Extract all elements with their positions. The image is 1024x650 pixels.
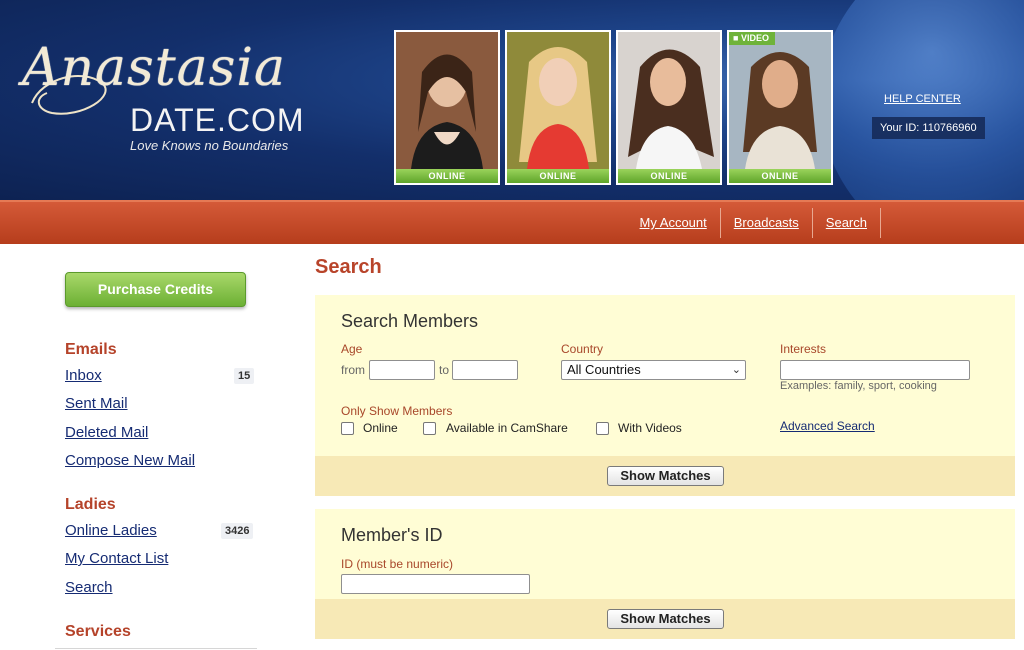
sidebar-item-sent-mail[interactable]: Sent Mail (65, 395, 128, 412)
sidebar-heading-ladies: Ladies (65, 496, 116, 513)
sidebar-heading-emails: Emails (65, 341, 117, 358)
logo-main-text: DATE.COM (130, 102, 305, 138)
age-to-label: to (439, 363, 450, 377)
sidebar-item-compose-mail[interactable]: Compose New Mail (65, 452, 195, 469)
interests-label: Interests (780, 342, 827, 356)
country-label: Country (561, 342, 604, 356)
online-status-badge: ONLINE (507, 169, 609, 183)
sidebar-item-search[interactable]: Search (65, 579, 113, 596)
logo-tagline: Love Knows no Boundaries (130, 138, 289, 153)
online-status-badge: ONLINE (618, 169, 720, 183)
nav-search[interactable]: Search (813, 208, 881, 238)
interests-hint: Examples: family, sport, cooking (780, 380, 937, 392)
search-members-footer: Show Matches (315, 456, 1015, 496)
sidebar-item-online-ladies[interactable]: Online Ladies (65, 522, 157, 539)
video-badge-label: VIDEO (740, 33, 769, 43)
camshare-checkbox[interactable] (423, 422, 436, 435)
user-id-display: Your ID: 110766960 (872, 117, 985, 139)
nav-broadcasts[interactable]: Broadcasts (721, 208, 813, 238)
help-center-link[interactable]: HELP CENTER (884, 93, 961, 105)
sidebar-item-inbox[interactable]: Inbox (65, 367, 102, 384)
online-ladies-count-badge: 3426 (221, 523, 254, 539)
profile-portrait-image (729, 32, 831, 169)
nav-links: My Account Broadcasts Search (627, 208, 881, 238)
video-camera-icon: ■ (733, 33, 739, 43)
age-to-input[interactable] (452, 360, 518, 380)
advanced-search-link[interactable]: Advanced Search (780, 419, 875, 433)
online-checkbox[interactable] (341, 422, 354, 435)
profile-portrait-image (507, 32, 609, 169)
chevron-down-icon: ⌄ (731, 364, 741, 376)
videos-checkbox[interactable] (596, 422, 609, 435)
featured-profile-photo[interactable]: ONLINE (394, 30, 500, 185)
member-id-input[interactable] (341, 574, 530, 594)
show-matches-button[interactable]: Show Matches (607, 466, 724, 486)
search-members-title: Search Members (341, 311, 479, 331)
sidebar-divider (55, 648, 257, 649)
video-badge: ■ VIDEO (729, 32, 775, 45)
videos-checkbox-label: With Videos (618, 421, 682, 435)
featured-profile-photo[interactable]: ONLINE (616, 30, 722, 185)
online-status-badge: ONLINE (729, 169, 831, 183)
sidebar-item-contact-list[interactable]: My Contact List (65, 550, 168, 567)
purchase-credits-button[interactable]: Purchase Credits (65, 272, 246, 307)
featured-profile-photo[interactable]: ONLINE (505, 30, 611, 185)
country-select[interactable]: All Countries ⌄ (561, 360, 746, 380)
page-title: Search (315, 256, 382, 278)
member-id-title: Member's ID (341, 525, 443, 545)
featured-profile-photo[interactable]: ■ VIDEO ONLINE (727, 30, 833, 185)
nav-my-account[interactable]: My Account (627, 208, 721, 238)
country-selected-value: All Countries (567, 362, 641, 377)
inbox-count-badge: 15 (234, 368, 255, 384)
sidebar-heading-services: Services (65, 623, 131, 640)
camshare-checkbox-label: Available in CamShare (446, 421, 568, 435)
member-id-label: ID (must be numeric) (341, 557, 454, 571)
search-members-panel: Search Members Age from to Country All C… (315, 295, 1015, 496)
only-show-label: Only Show Members (341, 404, 453, 418)
age-from-input[interactable] (369, 360, 435, 380)
main-nav-bar: My Account Broadcasts Search (0, 200, 1024, 244)
site-header: Anastasia DATE.COM Love Knows no Boundar… (0, 0, 1024, 200)
site-logo[interactable]: Anastasia DATE.COM Love Knows no Boundar… (22, 38, 342, 158)
member-id-footer: Show Matches (315, 599, 1015, 639)
interests-input[interactable] (780, 360, 970, 380)
age-from-label: from (341, 363, 365, 377)
profile-portrait-image (618, 32, 720, 169)
logo-script-text: Anastasia (22, 38, 286, 98)
age-label: Age (341, 342, 363, 356)
online-status-badge: ONLINE (396, 169, 498, 183)
sidebar-item-deleted-mail[interactable]: Deleted Mail (65, 424, 148, 441)
member-id-panel: Member's ID ID (must be numeric) Show Ma… (315, 509, 1015, 639)
member-id-show-matches-button[interactable]: Show Matches (607, 609, 724, 629)
profile-portrait-image (396, 32, 498, 169)
online-checkbox-label: Online (363, 421, 398, 435)
